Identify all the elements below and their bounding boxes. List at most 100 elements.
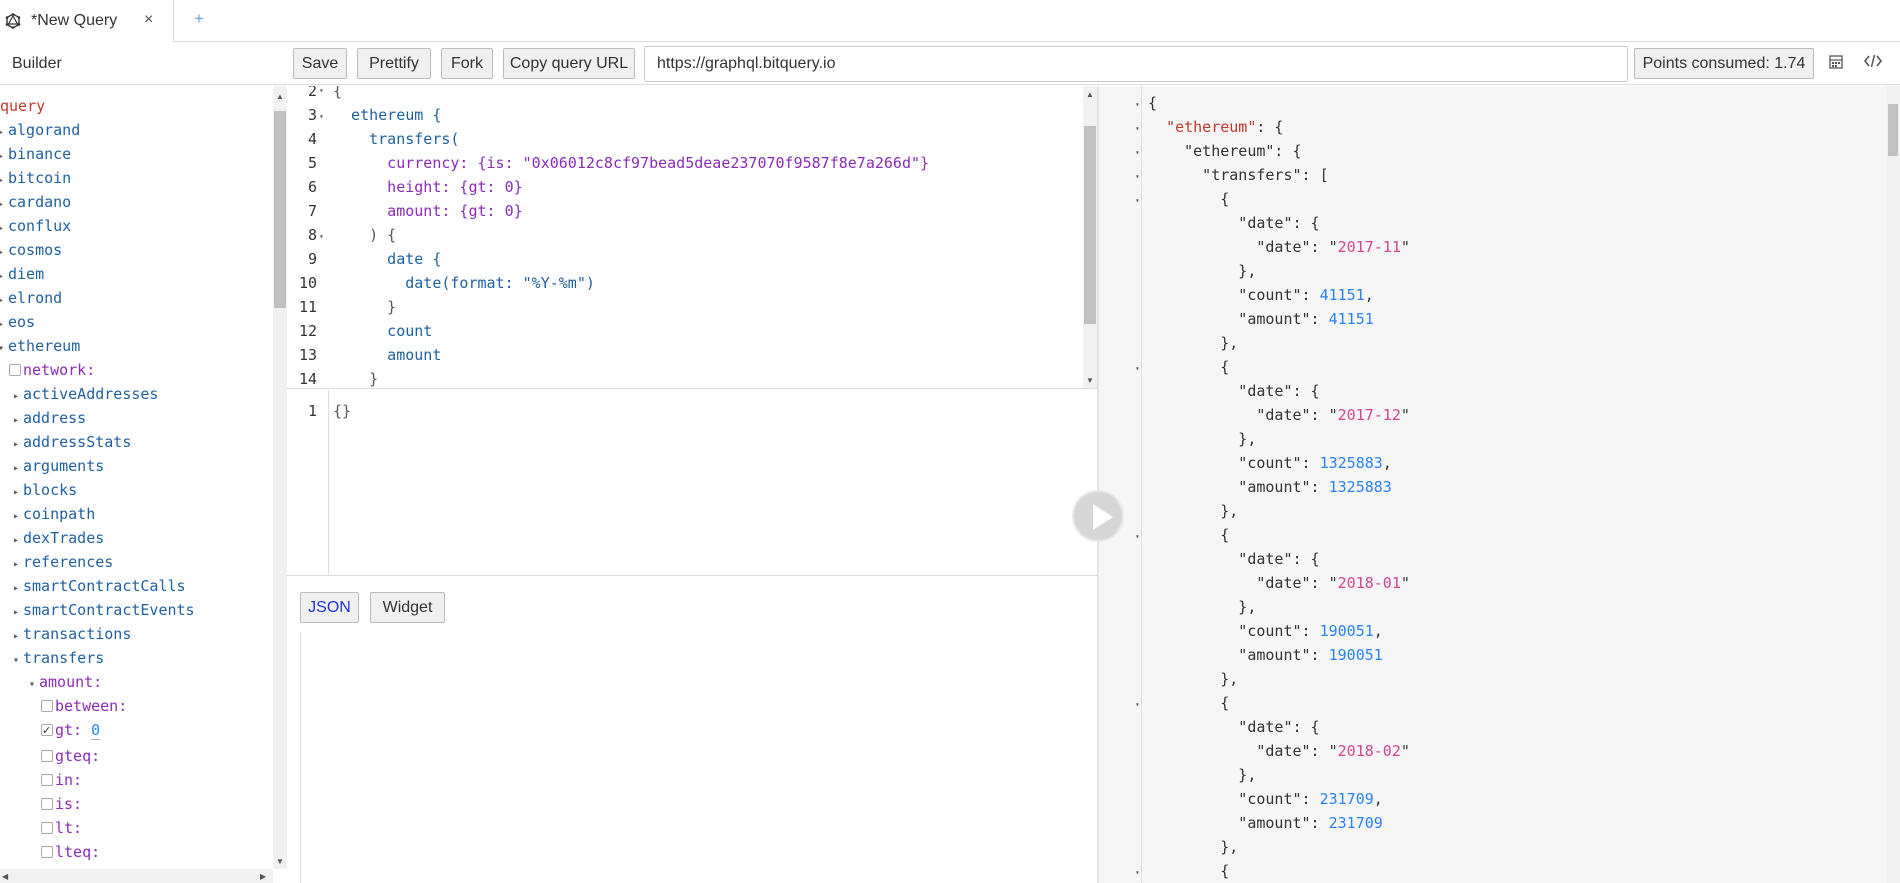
fold-arrow-icon[interactable]: ▾ (1135, 189, 1140, 213)
checkbox-between[interactable] (41, 700, 53, 712)
add-tab-icon[interactable]: + (194, 9, 204, 29)
play-icon (1093, 504, 1113, 530)
checkbox-in[interactable] (41, 774, 53, 786)
explorer-field-arguments[interactable]: ▸ arguments (9, 455, 104, 477)
explorer-subarg-lteq[interactable]: lteq: (41, 841, 100, 863)
fold-arrow-icon[interactable]: ▾ (1135, 693, 1140, 717)
explorer-root-eos[interactable]: ▸ eos (0, 311, 35, 333)
explorer-root-elrond[interactable]: ▸ elrond (0, 287, 62, 309)
fold-arrow-icon[interactable]: ▾ (1135, 165, 1140, 189)
close-icon[interactable]: × (144, 11, 153, 29)
explorer-root-diem[interactable]: ▸ diem (0, 263, 44, 285)
scroll-up-icon[interactable]: ▲ (276, 92, 284, 101)
endpoint-url-input[interactable] (644, 46, 1628, 82)
explorer-field-smartContractEvents[interactable]: ▸ smartContractEvents (9, 599, 195, 621)
expand-arrow-icon: ▸ (0, 199, 5, 210)
run-query-button[interactable] (1072, 490, 1124, 542)
result-line: "amount": 1325883 (1148, 478, 1392, 496)
explorer-field-address[interactable]: ▸ address (9, 407, 86, 429)
result-line: }, (1148, 670, 1239, 688)
query-editor[interactable]: 2 ▾{ 3 ▾ ethereum { 4 transfers( 5 currenc… (287, 86, 1097, 389)
result-line: ▾ "transfers": [ (1099, 163, 1879, 187)
calculator-icon[interactable] (1828, 54, 1844, 70)
explorer-subarg-is[interactable]: is: (41, 793, 82, 815)
prettify-button[interactable]: Prettify (357, 48, 431, 79)
scrollbar-thumb[interactable] (274, 111, 286, 308)
explorer-subarg-between[interactable]: between: (41, 695, 127, 717)
scroll-right-icon[interactable]: ▶ (260, 872, 266, 881)
scroll-down-icon[interactable]: ▼ (1086, 376, 1094, 385)
explorer-root-conflux[interactable]: ▸ conflux (0, 215, 71, 237)
result-line: "date": "2018-01" (1148, 574, 1410, 592)
code-line: 13 amount (298, 346, 442, 364)
explorer-arg-network[interactable]: network: (9, 359, 95, 381)
scrollbar-thumb[interactable] (1084, 126, 1096, 324)
json-mode-button[interactable]: JSON (300, 592, 359, 623)
explorer-field-transfers[interactable]: ▾ transfers (9, 647, 104, 669)
explorer-field-dexTrades[interactable]: ▸ dexTrades (9, 527, 104, 549)
scroll-down-icon[interactable]: ▼ (276, 857, 284, 866)
checkbox-network[interactable] (9, 364, 21, 376)
explorer-root-cardano[interactable]: ▸ cardano (0, 191, 71, 213)
widget-mode-button[interactable]: Widget (370, 592, 445, 623)
explorer-field-references[interactable]: ▸ references (9, 551, 113, 573)
checkbox-is[interactable] (41, 798, 53, 810)
fold-arrow-icon[interactable]: ▾ (1135, 525, 1140, 549)
expand-arrow-icon: ▸ (12, 487, 20, 498)
editor-vertical-scrollbar[interactable]: ▲ ▼ (1083, 86, 1097, 388)
scrollbar-thumb[interactable] (1888, 104, 1898, 156)
copy-query-url-button[interactable]: Copy query URL (503, 48, 635, 79)
fold-arrow-icon[interactable]: ▾ (1135, 357, 1140, 381)
result-line: ▾{ (1099, 91, 1879, 115)
fold-arrow-icon[interactable]: ▾ (319, 105, 324, 129)
fold-arrow-icon[interactable]: ▾ (1135, 141, 1140, 165)
result-line: ▾ "ethereum": { (1099, 139, 1879, 163)
explorer-field-coinpath[interactable]: ▸ coinpath (9, 503, 95, 525)
fold-arrow-icon[interactable]: ▾ (319, 86, 324, 103)
explorer-field-blocks[interactable]: ▸ blocks (9, 479, 77, 501)
fold-arrow-icon[interactable]: ▾ (319, 225, 324, 249)
scroll-left-icon[interactable]: ◀ (2, 872, 8, 881)
collapse-arrow-icon: ▾ (28, 679, 36, 690)
save-button[interactable]: Save (293, 48, 347, 79)
tab-new-query[interactable]: *New Query × (0, 0, 174, 42)
explorer-subarg-gt[interactable]: gt: 0 (41, 719, 100, 742)
builder-label[interactable]: Builder (12, 55, 62, 73)
explorer-root-binance[interactable]: ▸ binance (0, 143, 71, 165)
checkbox-lt[interactable] (41, 822, 53, 834)
expand-arrow-icon: ▸ (0, 295, 5, 306)
explorer-root-algorand[interactable]: ▸ algorand (0, 119, 80, 141)
fold-arrow-icon[interactable]: ▾ (1135, 861, 1140, 883)
explorer-arg-amount[interactable]: ▾ amount: (25, 671, 102, 693)
explorer-field-smartContractCalls[interactable]: ▸ smartContractCalls (9, 575, 186, 597)
explorer-horizontal-scrollbar[interactable]: ◀ ▶ (0, 869, 273, 883)
code-icon[interactable] (1863, 53, 1883, 73)
result-line: "date": { (1148, 718, 1320, 736)
explorer-field-addressStats[interactable]: ▸ addressStats (9, 431, 131, 453)
fold-arrow-icon[interactable]: ▾ (1135, 93, 1140, 117)
explorer-subarg-in[interactable]: in: (41, 769, 82, 791)
explorer-root-bitcoin[interactable]: ▸ bitcoin (0, 167, 71, 189)
gt-value-input[interactable]: 0 (91, 721, 100, 739)
checkbox-gt-checked[interactable] (41, 720, 53, 742)
result-line: ▾ { (1099, 691, 1879, 715)
explorer-subarg-lt[interactable]: lt: (41, 817, 82, 839)
explorer-field-transactions[interactable]: ▸ transactions (9, 623, 131, 645)
variables-editor[interactable]: 1{} (287, 390, 1097, 576)
explorer-root-ethereum[interactable]: ▾ ethereum (0, 335, 80, 357)
result-line: }, (1148, 334, 1239, 352)
expand-arrow-icon: ▸ (12, 391, 20, 402)
explorer-field-activeAddresses[interactable]: ▸ activeAddresses (9, 383, 158, 405)
expand-arrow-icon: ▸ (0, 223, 5, 234)
checkbox-lteq[interactable] (41, 846, 53, 858)
result-line: "date": "2017-12" (1148, 406, 1410, 424)
explorer-root-cosmos[interactable]: ▸ cosmos (0, 239, 62, 261)
scroll-up-icon[interactable]: ▲ (1086, 90, 1094, 99)
expand-arrow-icon: ▸ (12, 535, 20, 546)
explorer-vertical-scrollbar[interactable]: ▲ ▼ (273, 86, 287, 869)
result-vertical-scrollbar[interactable] (1886, 86, 1900, 883)
fork-button[interactable]: Fork (441, 48, 493, 79)
explorer-subarg-gteq[interactable]: gteq: (41, 745, 100, 767)
checkbox-gteq[interactable] (41, 750, 53, 762)
fold-arrow-icon[interactable]: ▾ (1135, 117, 1140, 141)
